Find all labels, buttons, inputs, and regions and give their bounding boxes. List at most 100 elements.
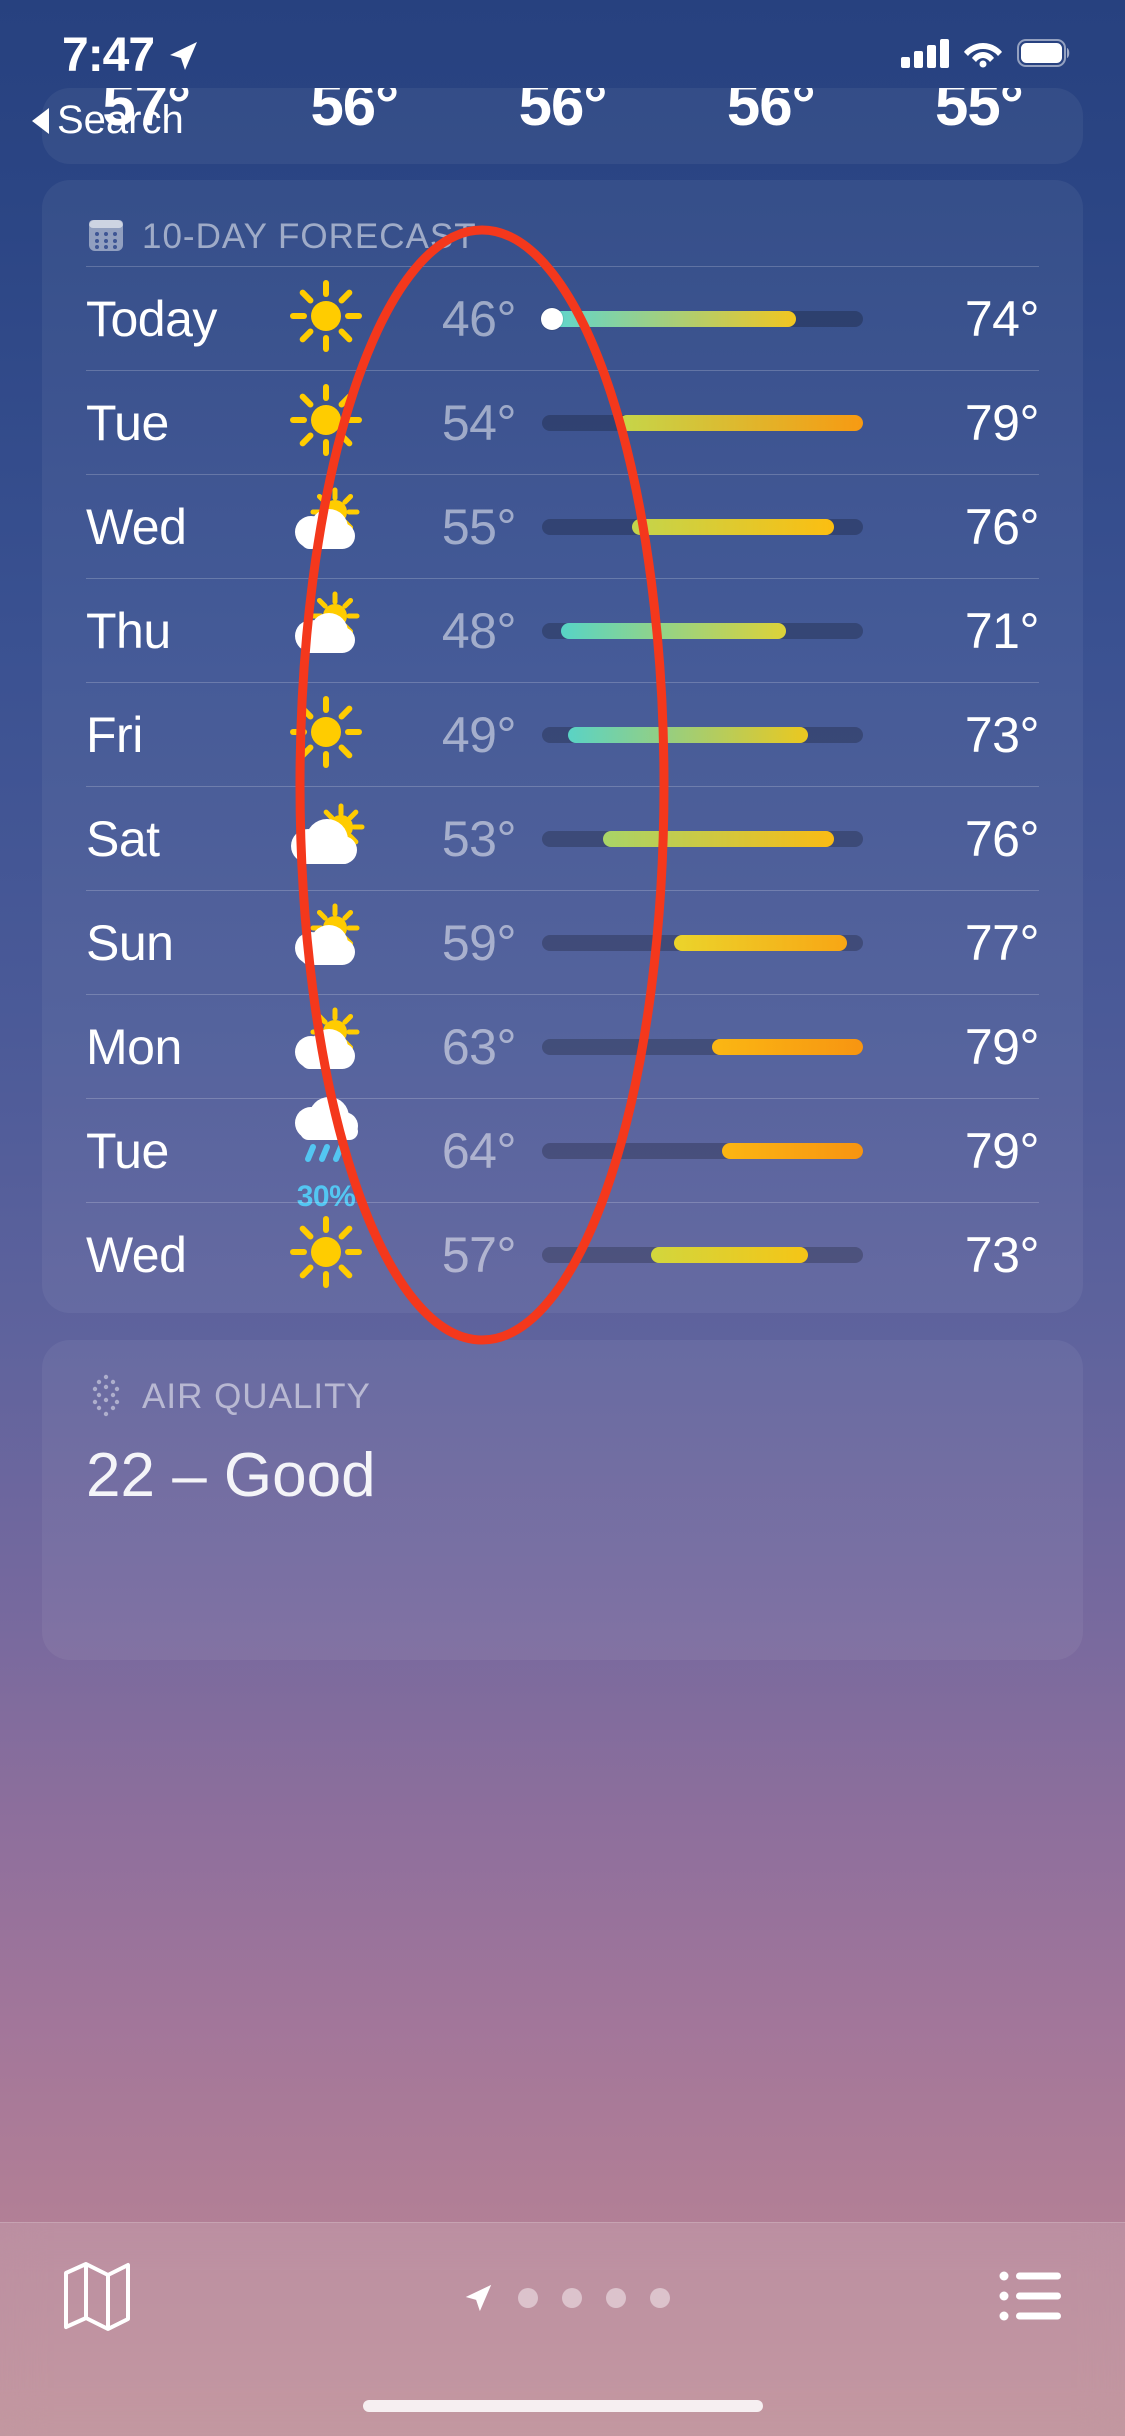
- forecast-day-label: Tue: [86, 394, 169, 451]
- forecast-day-label: Wed: [86, 498, 187, 555]
- forecast-row[interactable]: Today 46° 74°: [86, 266, 1040, 370]
- back-caret-icon: [32, 107, 49, 134]
- forecast-condition-icon: 30%: [266, 1087, 386, 1214]
- temperature-range-bar: [542, 1246, 863, 1263]
- ten-day-title: 10-DAY FORECAST: [142, 217, 477, 256]
- forecast-condition-icon: [266, 276, 386, 361]
- forecast-low-temp: 64°: [441, 1122, 517, 1179]
- forecast-low-temp: 46°: [441, 290, 517, 347]
- clock-time: 7:47: [62, 29, 155, 82]
- temperature-range-bar: [542, 726, 863, 743]
- forecast-condition-icon: [266, 900, 386, 985]
- forecast-high-temp: 79°: [964, 394, 1040, 451]
- forecast-low-temp: 53°: [441, 810, 517, 867]
- temperature-range-bar: [540, 307, 863, 330]
- partly-cloudy-icon: [281, 1004, 371, 1089]
- forecast-high-temp: 74°: [964, 290, 1040, 347]
- page-dot[interactable]: [517, 2288, 538, 2308]
- temperature-range-bar: [542, 518, 863, 535]
- sun-icon: [286, 1212, 366, 1297]
- map-icon[interactable]: [62, 2259, 132, 2338]
- forecast-low-temp: 57°: [441, 1226, 517, 1283]
- forecast-day-label: Fri: [86, 706, 143, 763]
- forecast-condition-icon: [266, 1004, 386, 1089]
- sun-icon: [286, 380, 366, 465]
- forecast-low-temp: 48°: [441, 602, 517, 659]
- forecast-low-temp: 55°: [441, 498, 517, 555]
- list-icon[interactable]: [999, 2268, 1063, 2329]
- battery-icon: [1017, 39, 1070, 67]
- temperature-range-bar: [542, 1142, 863, 1159]
- forecast-condition-icon: [266, 1212, 386, 1297]
- forecast-row[interactable]: Tue 54° 79°: [86, 370, 1040, 474]
- temperature-bar-fill: [631, 518, 835, 535]
- forecast-row[interactable]: Sun 59° 77°: [86, 890, 1040, 994]
- current-temp-dot: [540, 307, 563, 330]
- forecast-row[interactable]: Wed 57° 73°: [86, 1202, 1040, 1306]
- ten-day-rows: Today 46° 74° Tue 54° 79° Wed 55° 76° Th…: [42, 266, 1083, 1306]
- bottom-tab-bar: [0, 2222, 1125, 2436]
- air-quality-icon: [86, 1373, 126, 1422]
- forecast-high-temp: 73°: [964, 1226, 1040, 1283]
- air-quality-header: AIR QUALITY: [42, 1340, 1083, 1426]
- forecast-low-temp: 49°: [441, 706, 517, 763]
- temperature-bar-fill: [551, 310, 796, 327]
- forecast-condition-icon: [266, 380, 386, 465]
- partly-cloudy-icon: [281, 588, 371, 673]
- forecast-high-temp: 79°: [964, 1122, 1040, 1179]
- page-dot[interactable]: [649, 2288, 670, 2308]
- mostly-cloudy-icon: [281, 796, 371, 881]
- temperature-range-bar: [542, 622, 863, 639]
- air-quality-card[interactable]: AIR QUALITY 22 – Good: [42, 1340, 1083, 1660]
- temperature-bar-fill: [561, 622, 786, 639]
- sun-icon: [286, 276, 366, 361]
- temperature-bar-fill: [651, 1246, 809, 1263]
- forecast-day-label: Wed: [86, 1226, 187, 1283]
- temperature-bar-fill: [721, 1142, 863, 1159]
- forecast-condition-icon: [266, 484, 386, 569]
- partly-cloudy-icon: [281, 484, 371, 569]
- forecast-low-temp: 63°: [441, 1018, 517, 1075]
- page-dot[interactable]: [561, 2288, 582, 2308]
- temperature-bar-fill: [602, 830, 835, 847]
- forecast-day-label: Thu: [86, 602, 171, 659]
- forecast-high-temp: 77°: [964, 914, 1040, 971]
- forecast-high-temp: 73°: [964, 706, 1040, 763]
- ten-day-header: 10-DAY FORECAST: [42, 180, 1083, 266]
- temperature-range-bar: [542, 1038, 863, 1055]
- forecast-condition-icon: [266, 588, 386, 673]
- status-bar-clock: 7:47: [62, 28, 200, 83]
- temperature-range-bar: [542, 414, 863, 431]
- forecast-day-label: Tue: [86, 1122, 169, 1179]
- back-to-search-button[interactable]: Search: [32, 98, 184, 143]
- forecast-day-label: Sun: [86, 914, 174, 971]
- page-dot[interactable]: [605, 2288, 626, 2308]
- temperature-range-bar: [542, 934, 863, 951]
- forecast-low-temp: 54°: [441, 394, 517, 451]
- forecast-condition-icon: [266, 796, 386, 881]
- air-quality-value: 22 – Good: [86, 1441, 376, 1510]
- forecast-low-temp: 59°: [441, 914, 517, 971]
- forecast-day-label: Sat: [86, 810, 160, 867]
- ten-day-forecast-card[interactable]: 10-DAY FORECAST Today 46° 74° Tue 54° 79…: [42, 180, 1083, 1313]
- forecast-row[interactable]: Wed 55° 76°: [86, 474, 1040, 578]
- temperature-bar-fill: [712, 1038, 863, 1055]
- cellular-signal-icon: [901, 38, 949, 68]
- forecast-condition-icon: [266, 692, 386, 777]
- forecast-row[interactable]: Sat 53° 76°: [86, 786, 1040, 890]
- forecast-high-temp: 76°: [964, 498, 1040, 555]
- temperature-bar-fill: [567, 726, 809, 743]
- current-location-dot-icon[interactable]: [462, 2282, 494, 2314]
- rain-icon: [281, 1087, 371, 1178]
- forecast-high-temp: 71°: [964, 602, 1040, 659]
- air-quality-title: AIR QUALITY: [142, 1377, 371, 1416]
- forecast-row[interactable]: Fri 49° 73°: [86, 682, 1040, 786]
- sun-icon: [286, 692, 366, 777]
- page-indicator[interactable]: [462, 2282, 670, 2314]
- forecast-row[interactable]: Tue 30% 64° 79°: [86, 1097, 1040, 1213]
- wifi-icon: [964, 43, 1002, 68]
- back-label: Search: [57, 98, 184, 142]
- forecast-row[interactable]: Thu 48° 71°: [86, 578, 1040, 682]
- home-indicator: [362, 2400, 763, 2412]
- forecast-row[interactable]: Mon 63° 79°: [86, 994, 1040, 1098]
